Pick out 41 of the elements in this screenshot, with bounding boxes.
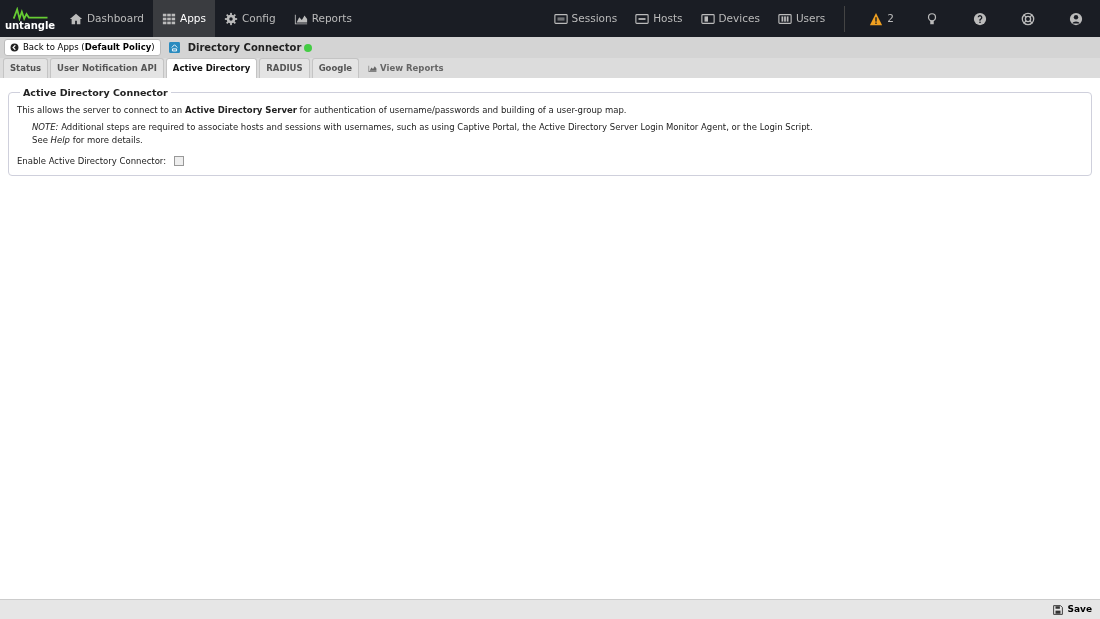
nav-item[interactable]: Sessions <box>544 0 627 37</box>
nav-item[interactable]: Users <box>768 0 835 37</box>
area-chart-icon <box>368 64 378 74</box>
app-icon <box>168 42 180 53</box>
grid-icon <box>161 11 176 26</box>
warning-icon <box>869 11 884 26</box>
nav-item[interactable]: Reports <box>284 0 361 37</box>
devices-icon <box>700 11 715 26</box>
nav-item[interactable]: Hosts <box>626 0 692 37</box>
checkbox[interactable] <box>174 155 185 166</box>
back-button[interactable]: Back to Apps (Default Policy) <box>4 39 161 56</box>
tab[interactable]: Google <box>311 58 360 78</box>
checkbox-label: Enable Active Directory Connector: <box>17 154 167 168</box>
tab[interactable]: User Notification API <box>50 58 164 78</box>
help-icon <box>973 11 987 26</box>
home-icon <box>69 11 83 26</box>
nav-item[interactable]: Devices <box>691 0 769 37</box>
users-icon <box>777 11 792 26</box>
nav-item[interactable]: Dashboard <box>60 0 153 37</box>
tab[interactable]: Status <box>3 58 49 78</box>
user-icon <box>1069 11 1083 26</box>
panel-legend: Active Directory Connector <box>20 86 171 101</box>
monitor-icon <box>635 11 650 26</box>
lightbulb-icon <box>925 11 939 26</box>
note-text: See Help for more details. <box>31 133 144 147</box>
note-text: NOTE: Additional steps are required to associate hosts and sessions with usernames, such as using Captive Portal, the Active Directory Server Login Monitor Agent, or the Login Script. <box>31 121 814 134</box>
lifebuoy-icon <box>1021 11 1035 26</box>
reports-link[interactable]: View Reports <box>361 58 451 78</box>
nav-item[interactable]: Apps <box>152 0 215 37</box>
nav-item[interactable]: Config <box>214 0 285 37</box>
gear-icon <box>223 11 238 26</box>
logo-wave-icon <box>10 6 50 21</box>
logo-text: untangle <box>4 20 56 31</box>
back-arrow-icon <box>10 43 19 52</box>
app-title: Directory Connector <box>187 41 302 55</box>
tab[interactable]: RADIUS <box>259 58 310 78</box>
tab[interactable]: Active Directory <box>165 58 258 78</box>
monitor-icon <box>553 11 568 26</box>
save-button[interactable]: Save <box>1045 602 1100 617</box>
alerts-button[interactable]: 2 <box>855 0 908 37</box>
description-text: This allows the server to connect to an Active Directory Server for authentication of username/passwords and building of a user-group map. <box>17 104 628 117</box>
